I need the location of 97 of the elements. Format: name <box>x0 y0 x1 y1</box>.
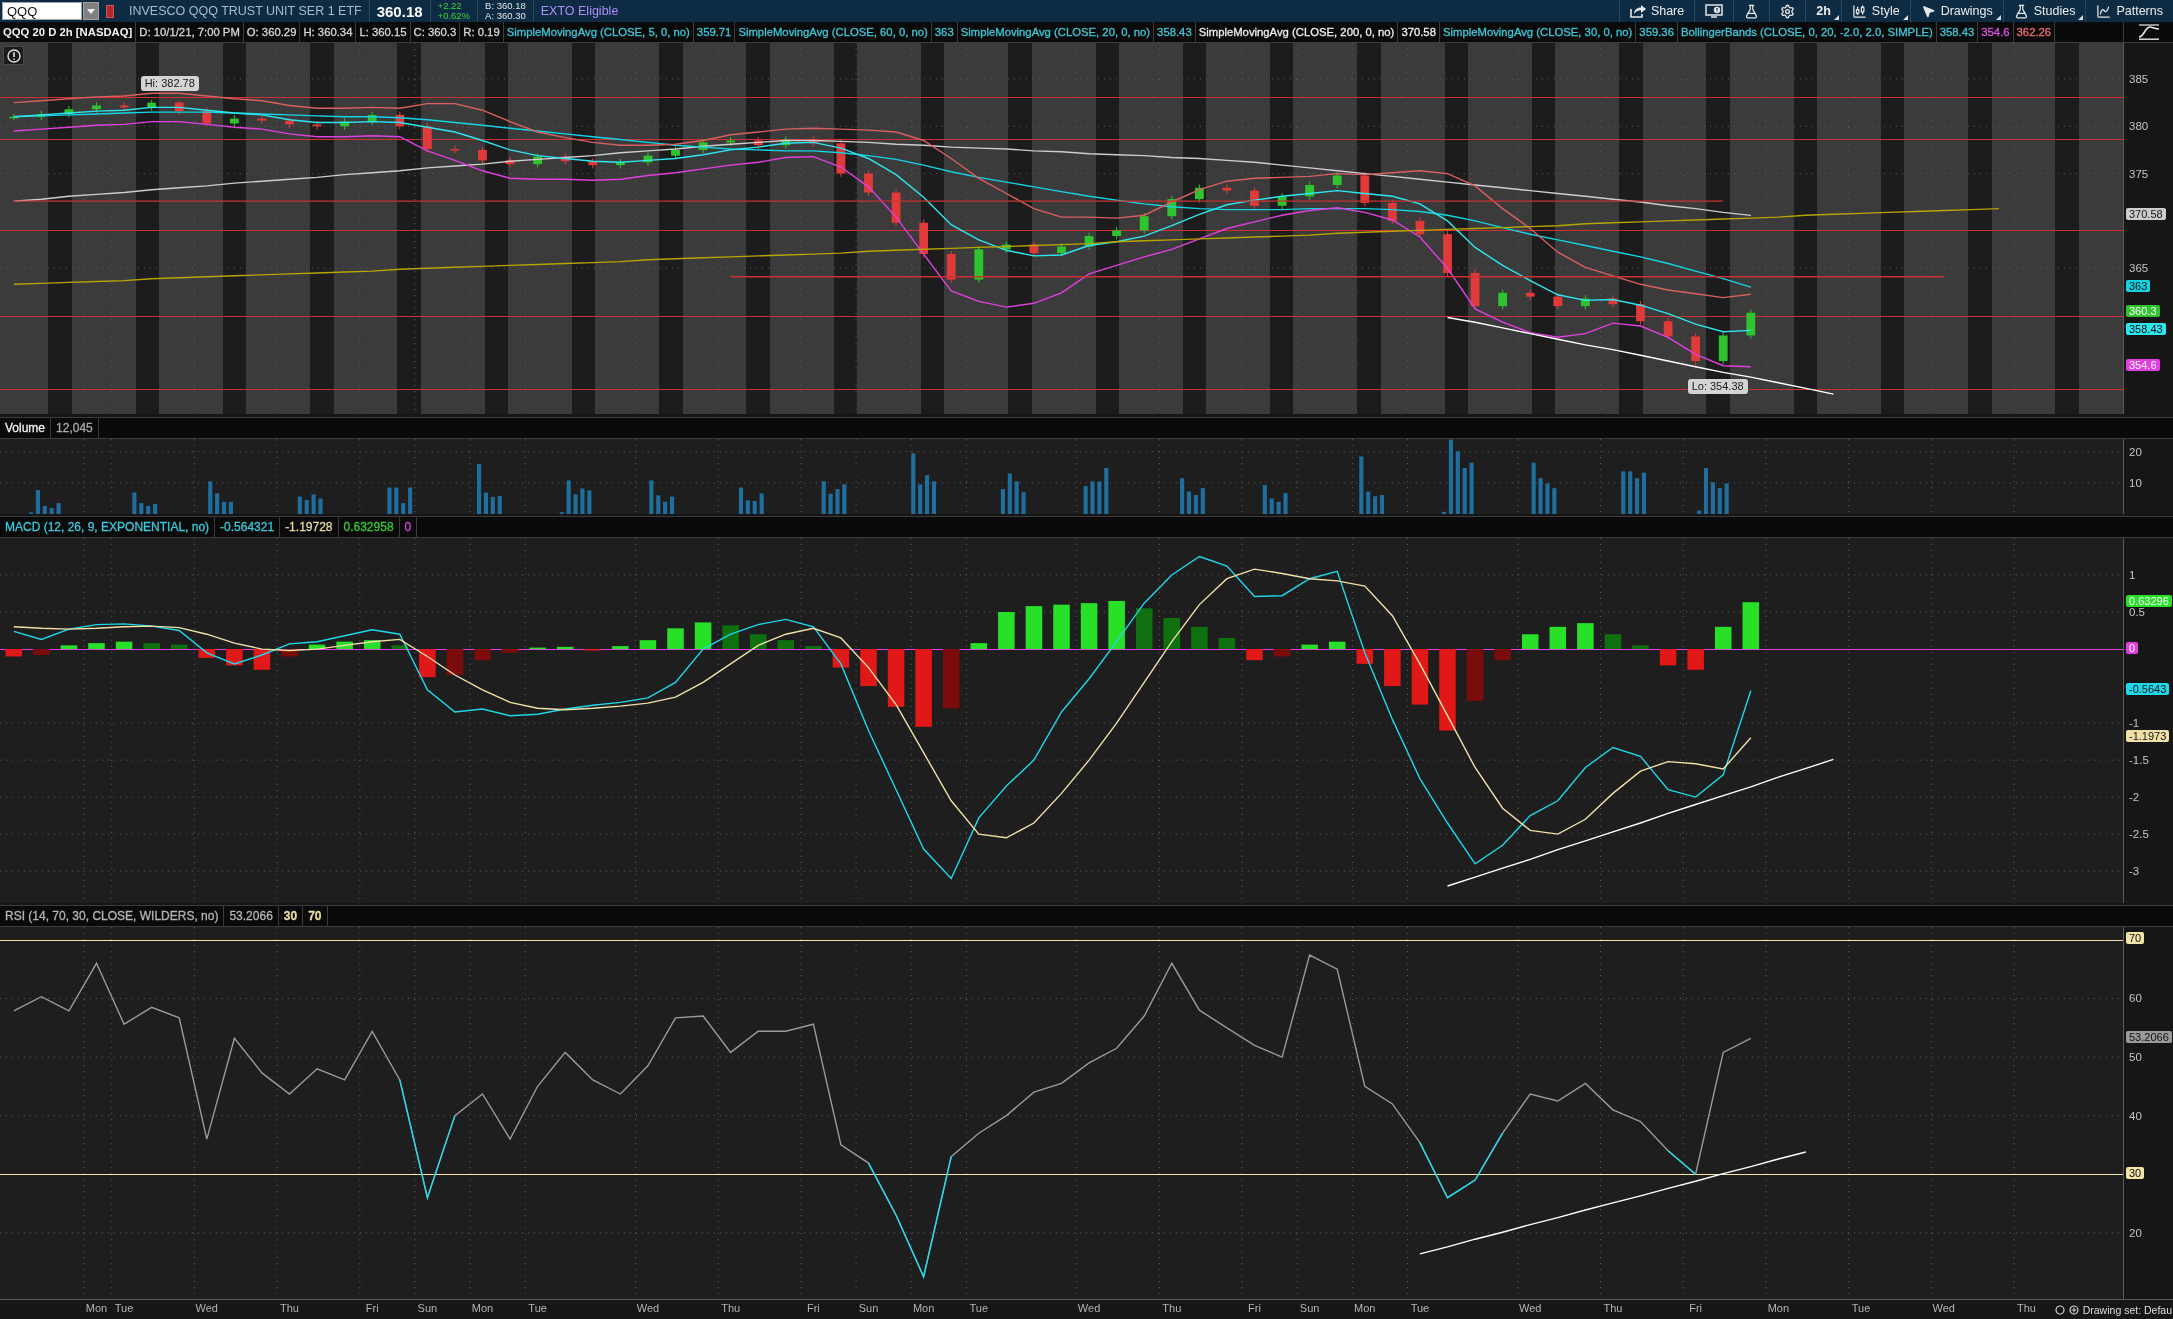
price-badge: 363 <box>2126 279 2151 292</box>
axis-label: 375 <box>2129 168 2149 179</box>
day-label: Mon <box>471 1302 494 1314</box>
legend-item: O: 360.29 <box>245 26 298 38</box>
axis-label: 0.5 <box>2129 607 2145 618</box>
day-label: Tue <box>528 1302 547 1314</box>
study-value: 53.2066 <box>228 909 274 923</box>
axis-label: 60 <box>2129 993 2142 1004</box>
legend-item: SimpleMovingAvg (CLOSE, 60, 0, no) <box>737 26 929 38</box>
legend-item: BollingerBands (CLOSE, 0, 20, -2.0, 2.0, SIMPLE) <box>1679 26 1934 38</box>
security-description: INVESCO QQQ TRUST UNIT SER 1 ETF <box>129 4 362 18</box>
price-callout: Hi: 382.78 <box>140 75 199 91</box>
axis-label: 380 <box>2129 121 2149 132</box>
study-title: Volume <box>4 421 47 435</box>
last-price: 360.18 <box>376 2 423 20</box>
study-value: 0 <box>403 520 413 534</box>
legend-item: SimpleMovingAvg (CLOSE, 20, 0, no) <box>959 26 1152 38</box>
price-badge: 354.6 <box>2126 359 2160 372</box>
day-label: Fri <box>1248 1302 1261 1314</box>
axis-label: 40 <box>2129 1110 2142 1121</box>
value-badge: 53.2066 <box>2126 1030 2172 1043</box>
legend-item: 359.71 <box>695 26 733 38</box>
day-label: Sun <box>417 1302 438 1314</box>
legend-item: 362.26 <box>2015 26 2053 38</box>
day-label: Thu <box>1603 1302 1623 1314</box>
day-label: Tue <box>969 1302 989 1314</box>
day-label: Wed <box>636 1302 660 1314</box>
legend-item: R: 0.19 <box>462 26 501 38</box>
value-badge: 0 <box>2126 641 2139 654</box>
day-label: Mon <box>912 1302 935 1314</box>
day-label: Tue <box>114 1302 134 1314</box>
study-value: 70 <box>307 909 323 923</box>
day-label: Mon <box>85 1302 108 1314</box>
axis-label: -2 <box>2129 792 2140 803</box>
value-badge: 30 <box>2126 1166 2145 1179</box>
axis-label: -2.5 <box>2129 829 2149 840</box>
axis-label: 385 <box>2129 73 2149 84</box>
day-label: Sun <box>858 1302 879 1314</box>
legend-item: SimpleMovingAvg (CLOSE, 5, 0, no) <box>505 26 691 38</box>
axis-label: 365 <box>2129 263 2149 274</box>
axis-label: -3 <box>2129 866 2140 877</box>
study-value: 12,045 <box>55 421 94 435</box>
day-label: Wed <box>1932 1302 1955 1314</box>
price-badge: 358.43 <box>2126 322 2166 335</box>
axis-label: 1 <box>2129 570 2136 580</box>
study-title: RSI (14, 70, 30, CLOSE, WILDERS, no) <box>4 909 220 923</box>
day-label: Mon <box>1354 1302 1376 1314</box>
axis-label: -1 <box>2129 718 2140 729</box>
legend-item: SimpleMovingAvg (CLOSE, 200, 0, no) <box>1197 26 1396 38</box>
axis-label: 10 <box>2129 477 2142 488</box>
axis-label: -1.5 <box>2129 755 2149 766</box>
value-badge: -0.5643 <box>2126 683 2170 696</box>
price-badge: 360.3 <box>2126 305 2160 318</box>
study-value: -1.19728 <box>284 520 334 534</box>
bid-price: B: 360.18 <box>485 1 526 11</box>
legend-item: 363 <box>933 26 955 38</box>
chart-title: QQQ 20 D 2h [NASDAQ] <box>2 26 134 38</box>
legend-item: L: 360.15 <box>358 26 408 38</box>
legend-item: 359.36 <box>1638 26 1675 38</box>
axis-label: 20 <box>2129 1227 2142 1238</box>
day-label: Fri <box>1689 1302 1703 1314</box>
value-badge: 70 <box>2126 932 2145 945</box>
day-label: Thu <box>1162 1302 1182 1314</box>
legend-item: C: 360.3 <box>412 26 458 38</box>
day-label: Fri <box>365 1302 379 1314</box>
day-label: Thu <box>280 1302 299 1314</box>
day-label: Wed <box>195 1302 218 1314</box>
axis-label: 20 <box>2129 446 2142 457</box>
legend-item: H: 360.34 <box>302 26 354 38</box>
legend-item: 358.43 <box>1938 26 1976 38</box>
day-label: Wed <box>1077 1302 1101 1314</box>
day-label: Fri <box>806 1302 820 1314</box>
legend-item: SimpleMovingAvg (CLOSE, 30, 0, no) <box>1441 26 1634 38</box>
day-label: Thu <box>2017 1302 2036 1314</box>
study-value: 0.632958 <box>342 520 395 534</box>
exto-label: EXTO Eligible <box>540 4 619 18</box>
study-value: 30 <box>282 909 299 923</box>
percent-change: +0.62% <box>437 11 471 21</box>
day-label: Tue <box>1410 1302 1430 1314</box>
net-change: +2.22 <box>437 1 463 11</box>
legend-item: 370.58 <box>1400 26 1437 38</box>
value-badge: 0.63296 <box>2126 594 2172 607</box>
legend-item: 354.6 <box>1980 26 2011 38</box>
price-badge: 370.58 <box>2126 207 2166 220</box>
legend-item: D: 10/1/21, 7:00 PM <box>138 26 241 38</box>
axis-label: 50 <box>2129 1052 2142 1063</box>
legend-item: 358.43 <box>1156 26 1193 38</box>
study-value: -0.564321 <box>219 520 276 534</box>
day-label: Tue <box>1851 1302 1871 1314</box>
day-label: Thu <box>721 1302 741 1314</box>
price-callout: Lo: 354.38 <box>1687 378 1748 394</box>
ask-price: A: 360.30 <box>485 11 526 21</box>
day-label: Sun <box>1299 1302 1320 1314</box>
value-badge: -1.1973 <box>2126 730 2170 743</box>
study-title: MACD (12, 26, 9, EXPONENTIAL, no) <box>4 520 211 534</box>
day-label: Wed <box>1519 1302 1542 1314</box>
day-label: Mon <box>1767 1302 1790 1314</box>
